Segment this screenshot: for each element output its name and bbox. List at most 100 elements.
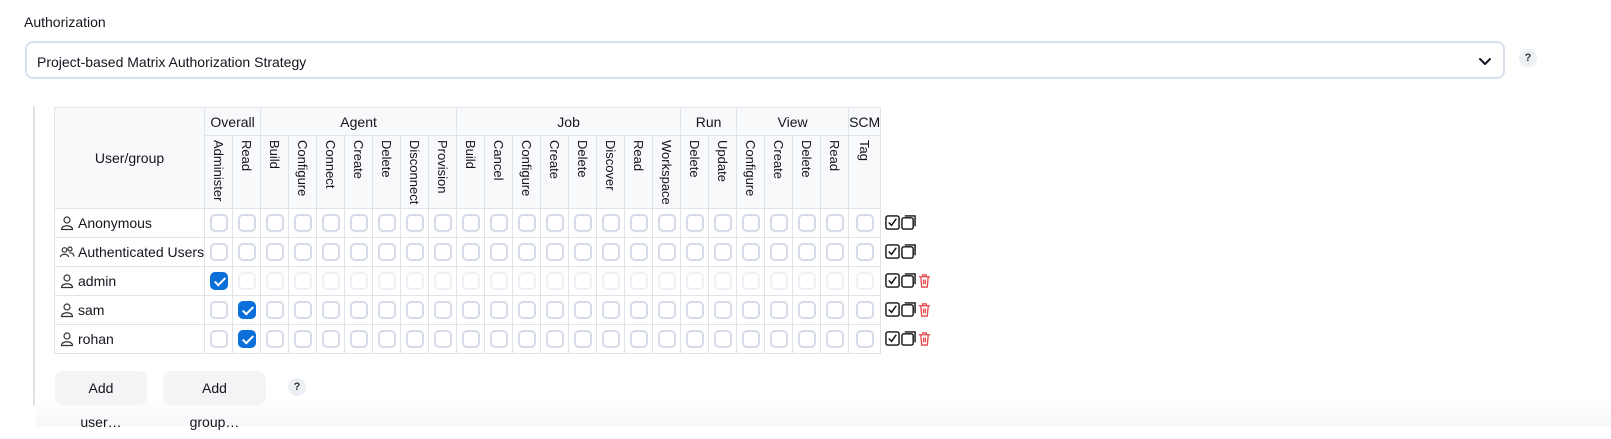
permission-checkbox[interactable] xyxy=(825,329,844,348)
permission-checkbox[interactable] xyxy=(657,242,676,261)
permission-checkbox[interactable] xyxy=(769,213,788,232)
permission-checkbox[interactable] xyxy=(685,300,704,319)
permission-checkbox[interactable] xyxy=(601,213,620,232)
permission-checkbox[interactable] xyxy=(461,329,480,348)
permission-checkbox[interactable] xyxy=(461,242,480,261)
permission-checkbox[interactable] xyxy=(855,329,874,348)
permission-checkbox[interactable] xyxy=(545,213,564,232)
permission-checkbox[interactable] xyxy=(713,300,732,319)
permission-checkbox[interactable] xyxy=(545,300,564,319)
permission-checkbox[interactable] xyxy=(209,242,228,261)
permission-checkbox[interactable] xyxy=(741,300,760,319)
permission-checkbox[interactable] xyxy=(433,213,452,232)
permission-checkbox[interactable] xyxy=(461,213,480,232)
permission-checkbox[interactable] xyxy=(769,329,788,348)
permission-checkbox[interactable] xyxy=(855,213,874,232)
permission-checkbox[interactable] xyxy=(741,329,760,348)
permission-checkbox[interactable] xyxy=(769,242,788,261)
select-all-icon[interactable] xyxy=(885,244,900,260)
permission-checkbox[interactable] xyxy=(657,329,676,348)
permission-checkbox[interactable] xyxy=(517,329,536,348)
permission-checkbox[interactable] xyxy=(713,329,732,348)
permission-checkbox[interactable] xyxy=(461,300,480,319)
permission-checkbox[interactable] xyxy=(405,329,424,348)
authorization-help-icon[interactable]: ? xyxy=(1519,49,1537,67)
permission-checkbox[interactable] xyxy=(265,300,284,319)
permission-checkbox[interactable] xyxy=(741,242,760,261)
unselect-all-icon[interactable] xyxy=(901,331,916,347)
permission-checkbox[interactable] xyxy=(825,242,844,261)
permission-checkbox[interactable] xyxy=(237,300,256,319)
permission-checkbox[interactable] xyxy=(433,242,452,261)
permission-checkbox[interactable] xyxy=(657,300,676,319)
add-help-icon[interactable]: ? xyxy=(288,378,306,396)
permission-checkbox[interactable] xyxy=(209,300,228,319)
authorization-strategy-select[interactable]: Project-based Matrix Authorization Strat… xyxy=(25,41,1505,79)
permission-checkbox[interactable] xyxy=(265,242,284,261)
permission-checkbox[interactable] xyxy=(629,329,648,348)
permission-checkbox[interactable] xyxy=(293,242,312,261)
trash-icon[interactable] xyxy=(917,273,932,288)
permission-checkbox[interactable] xyxy=(573,242,592,261)
permission-checkbox[interactable] xyxy=(321,329,340,348)
permission-checkbox[interactable] xyxy=(237,242,256,261)
permission-checkbox[interactable] xyxy=(377,213,396,232)
permission-checkbox[interactable] xyxy=(209,329,228,348)
trash-icon[interactable] xyxy=(917,331,932,346)
permission-checkbox[interactable] xyxy=(293,300,312,319)
permission-checkbox[interactable] xyxy=(293,329,312,348)
permission-checkbox[interactable] xyxy=(573,329,592,348)
permission-checkbox[interactable] xyxy=(797,300,816,319)
permission-checkbox[interactable] xyxy=(797,242,816,261)
permission-checkbox[interactable] xyxy=(321,300,340,319)
permission-checkbox[interactable] xyxy=(573,213,592,232)
permission-checkbox[interactable] xyxy=(237,213,256,232)
permission-checkbox[interactable] xyxy=(517,242,536,261)
permission-checkbox[interactable] xyxy=(685,329,704,348)
permission-checkbox[interactable] xyxy=(855,300,874,319)
permission-checkbox[interactable] xyxy=(405,300,424,319)
permission-checkbox[interactable] xyxy=(601,300,620,319)
permission-checkbox[interactable] xyxy=(713,213,732,232)
permission-checkbox[interactable] xyxy=(293,213,312,232)
add-user-button[interactable]: Add user… xyxy=(55,371,147,430)
permission-checkbox[interactable] xyxy=(377,300,396,319)
permission-checkbox[interactable] xyxy=(349,242,368,261)
permission-checkbox[interactable] xyxy=(517,300,536,319)
permission-checkbox[interactable] xyxy=(629,213,648,232)
permission-checkbox[interactable] xyxy=(629,242,648,261)
permission-checkbox[interactable] xyxy=(629,300,648,319)
permission-checkbox[interactable] xyxy=(405,213,424,232)
permission-checkbox[interactable] xyxy=(377,242,396,261)
select-all-icon[interactable] xyxy=(885,331,900,347)
permission-checkbox[interactable] xyxy=(237,329,256,348)
permission-checkbox[interactable] xyxy=(855,242,874,261)
permission-checkbox[interactable] xyxy=(349,329,368,348)
select-all-icon[interactable] xyxy=(885,215,900,231)
select-all-icon[interactable] xyxy=(885,273,900,289)
permission-checkbox[interactable] xyxy=(517,213,536,232)
permission-checkbox[interactable] xyxy=(601,329,620,348)
permission-checkbox[interactable] xyxy=(545,329,564,348)
permission-checkbox[interactable] xyxy=(489,242,508,261)
permission-checkbox[interactable] xyxy=(433,329,452,348)
permission-checkbox[interactable] xyxy=(713,242,732,261)
permission-checkbox[interactable] xyxy=(741,213,760,232)
permission-checkbox[interactable] xyxy=(489,329,508,348)
unselect-all-icon[interactable] xyxy=(901,244,916,260)
permission-checkbox[interactable] xyxy=(489,300,508,319)
permission-checkbox[interactable] xyxy=(825,213,844,232)
permission-checkbox[interactable] xyxy=(489,213,508,232)
permission-checkbox[interactable] xyxy=(685,242,704,261)
permission-checkbox[interactable] xyxy=(209,213,228,232)
permission-checkbox[interactable] xyxy=(433,300,452,319)
unselect-all-icon[interactable] xyxy=(901,302,916,318)
permission-checkbox[interactable] xyxy=(265,213,284,232)
unselect-all-icon[interactable] xyxy=(901,273,916,289)
permission-checkbox[interactable] xyxy=(377,329,396,348)
permission-checkbox[interactable] xyxy=(601,242,620,261)
permission-checkbox[interactable] xyxy=(573,300,592,319)
permission-checkbox[interactable] xyxy=(545,242,564,261)
permission-checkbox[interactable] xyxy=(349,213,368,232)
permission-checkbox[interactable] xyxy=(825,300,844,319)
